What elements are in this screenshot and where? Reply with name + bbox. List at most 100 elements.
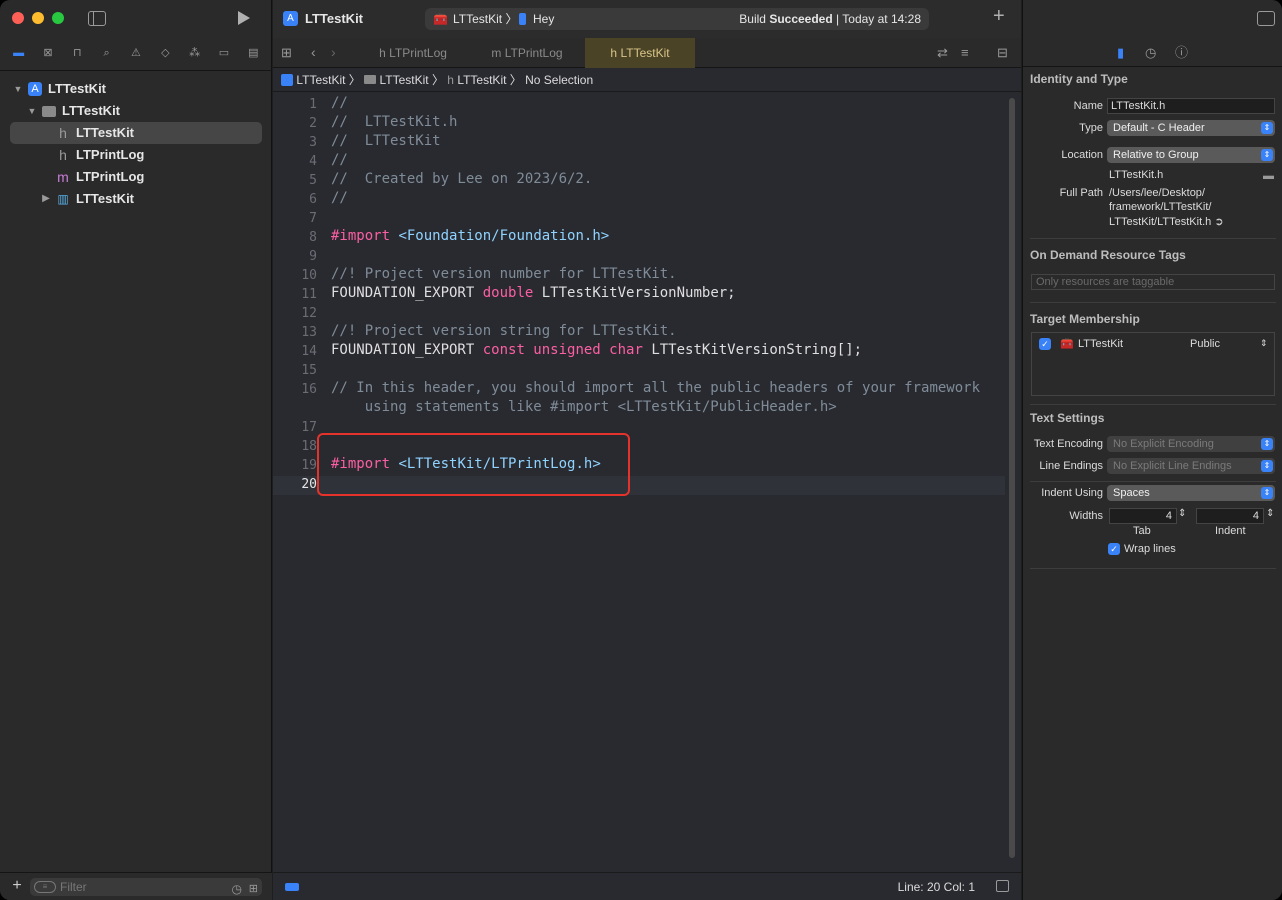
indent-width-field[interactable]: 4 [1196,508,1264,524]
stepper-icon[interactable]: ⇕ [1178,508,1186,519]
chevron-updown-icon: ⇕ [1260,338,1268,348]
tab-width-field[interactable]: 4 [1109,508,1177,524]
folder-icon [42,106,56,117]
scm-filter-icon[interactable]: ⊞ [249,880,258,898]
jumpbar-item-symbol[interactable]: No Selection [525,73,593,87]
odr-tags-field[interactable]: Only resources are taggable [1031,274,1275,290]
tree-item-label: LTTestKit [48,81,107,96]
search-icon[interactable]: ⌕ [99,46,115,60]
filter-input[interactable]: ≡ Filter ◷ ⊞ [30,878,262,896]
grid-icon[interactable]: ⊞ [281,45,292,61]
vertical-scrollbar[interactable] [1009,98,1015,858]
forward-icon[interactable]: › [331,44,336,60]
tree-item-project[interactable]: ▼ A LTTestKit [0,78,272,100]
editor-area: A LTTestKit 🧰 LTTestKit 〉 Hey Build Succ… [273,0,1021,900]
indent-using-popup[interactable]: Spaces ⇕ [1107,485,1275,501]
code-line: #import <Foundation/Foundation.h> [331,228,609,244]
report-icon[interactable]: ▤ [245,46,261,60]
minimize-button[interactable] [32,12,44,24]
jumpbar-item-project[interactable]: LTTestKit [296,73,345,87]
line-endings-popup[interactable]: No Explicit Line Endings ⇕ [1107,458,1275,474]
close-button[interactable] [12,12,24,24]
line-number: 10 [301,268,317,283]
filter-options-icon[interactable]: ≡ [34,881,56,893]
chevron-down-icon[interactable]: ▼ [12,78,24,100]
line-number: 1 [309,97,317,112]
jumpbar-item-file[interactable]: LTTestKit [457,73,506,87]
tab-lttestkit-h[interactable]: h LTTestKit [585,38,695,68]
target-visibility[interactable]: Public [1190,338,1220,350]
stepper-icon[interactable]: ⇕ [1266,508,1274,519]
editor-status-bar: Line: 20 Col: 1 [273,872,1021,900]
code-line: // [331,190,348,206]
source-control-icon[interactable]: ⊠ [40,46,56,60]
scheme-selector[interactable]: LTTestKit 〉 [453,8,517,30]
wrap-lines-checkbox[interactable]: ✓ [1108,543,1120,555]
line-number: 14 [301,344,317,359]
inspector-toggle-icon[interactable] [1257,11,1275,26]
back-icon[interactable]: ‹ [311,44,316,60]
run-icon[interactable] [236,10,252,28]
tree-item-header-file[interactable]: h LTTestKit [10,122,262,144]
file-inspector-icon[interactable]: ▮ [1117,45,1124,61]
fullpath-line: framework/LTTestKit/ [1109,201,1212,213]
name-field[interactable]: LTTestKit.h [1107,98,1275,114]
type-popup[interactable]: Default - C Header ⇕ [1107,120,1275,136]
sidebar-toggle-icon[interactable] [88,11,106,26]
line-number: 20 [301,477,317,492]
wrap-lines-label: Wrap lines [1124,543,1176,555]
location-popup[interactable]: Relative to Group ⇕ [1107,147,1275,163]
tab-label: LTTestKit [620,46,670,60]
debug-icon[interactable]: ⁂ [187,46,203,60]
help-icon[interactable]: ⓘ [1175,45,1188,61]
divider [1023,66,1282,67]
hierarchy-icon[interactable]: ⊓ [69,46,85,60]
history-icon[interactable]: ◷ [1145,45,1156,61]
jumpbar-item-group[interactable]: LTTestKit [379,73,428,87]
test-icon[interactable]: ◇ [157,46,173,60]
zoom-button[interactable] [52,12,64,24]
add-icon[interactable]: + [993,6,1005,26]
breakpoints-toggle-icon[interactable] [285,883,299,891]
build-status-time: | Today at 14:28 [836,12,921,26]
chevron-updown-icon: ⇕ [1261,438,1273,450]
editor-options-icon[interactable]: ≡ [961,45,969,61]
window-controls [12,12,64,24]
debug-area-toggle-icon[interactable] [996,880,1009,892]
code-editor[interactable]: 1 // 2 // LTTestKit.h 3 // LTTestKit 4 /… [273,95,1005,870]
window-toolbar: A LTTestKit 🧰 LTTestKit 〉 Hey Build Succ… [273,0,1021,38]
tab-ltprintlog-h[interactable]: h LTPrintLog [363,38,463,68]
tree-item-framework[interactable]: ▶ ▥ LTTestKit [0,188,272,210]
tree-item-group[interactable]: ▼ LTTestKit [0,100,272,122]
tree-item-impl-file[interactable]: m LTPrintLog [0,166,272,188]
identifier: LTTestKitVersionString[]; [651,342,863,358]
recent-files-icon[interactable]: ◷ [232,880,242,898]
warning-icon[interactable]: ⚠ [128,46,144,60]
chevron-down-icon[interactable]: ▼ [26,100,38,122]
build-status: Build Succeeded | Today at 14:28 [739,8,921,30]
divider [0,70,272,71]
chevron-updown-icon: ⇕ [1261,149,1273,161]
breakpoint-icon[interactable]: ▭ [216,46,232,60]
folder-icon[interactable]: ▬ [11,46,27,60]
target-checkbox[interactable]: ✓ [1039,338,1051,350]
editor-tab-bar: ⊞ ‹ › h LTPrintLog m LTPrintLog h LTTest… [273,38,1021,68]
code-line: // LTTestKit.h [331,114,458,130]
fullpath-label: Full Path [1059,187,1103,199]
device-selector[interactable]: Hey [533,8,554,30]
line-number: 6 [309,192,317,207]
split-editor-icon[interactable]: ⊟ [997,45,1008,61]
keyword: #import [331,228,391,244]
tree-item-header-file[interactable]: h LTPrintLog [0,144,272,166]
tab-ltprintlog-m[interactable]: m LTPrintLog [473,38,581,68]
section-title-odr: On Demand Resource Tags [1030,248,1186,262]
chevron-right-icon[interactable]: ▶ [40,188,52,210]
device-icon [519,13,526,25]
add-icon[interactable]: + [10,878,24,894]
target-name: LTTestKit [1078,338,1124,350]
reveal-arrow-icon[interactable]: ➲ [1214,216,1223,228]
annotation-highlight-box [317,433,630,496]
related-items-icon[interactable]: ⇄ [937,45,948,61]
folder-icon[interactable]: ▬ [1263,168,1274,184]
encoding-popup[interactable]: No Explicit Encoding ⇕ [1107,436,1275,452]
